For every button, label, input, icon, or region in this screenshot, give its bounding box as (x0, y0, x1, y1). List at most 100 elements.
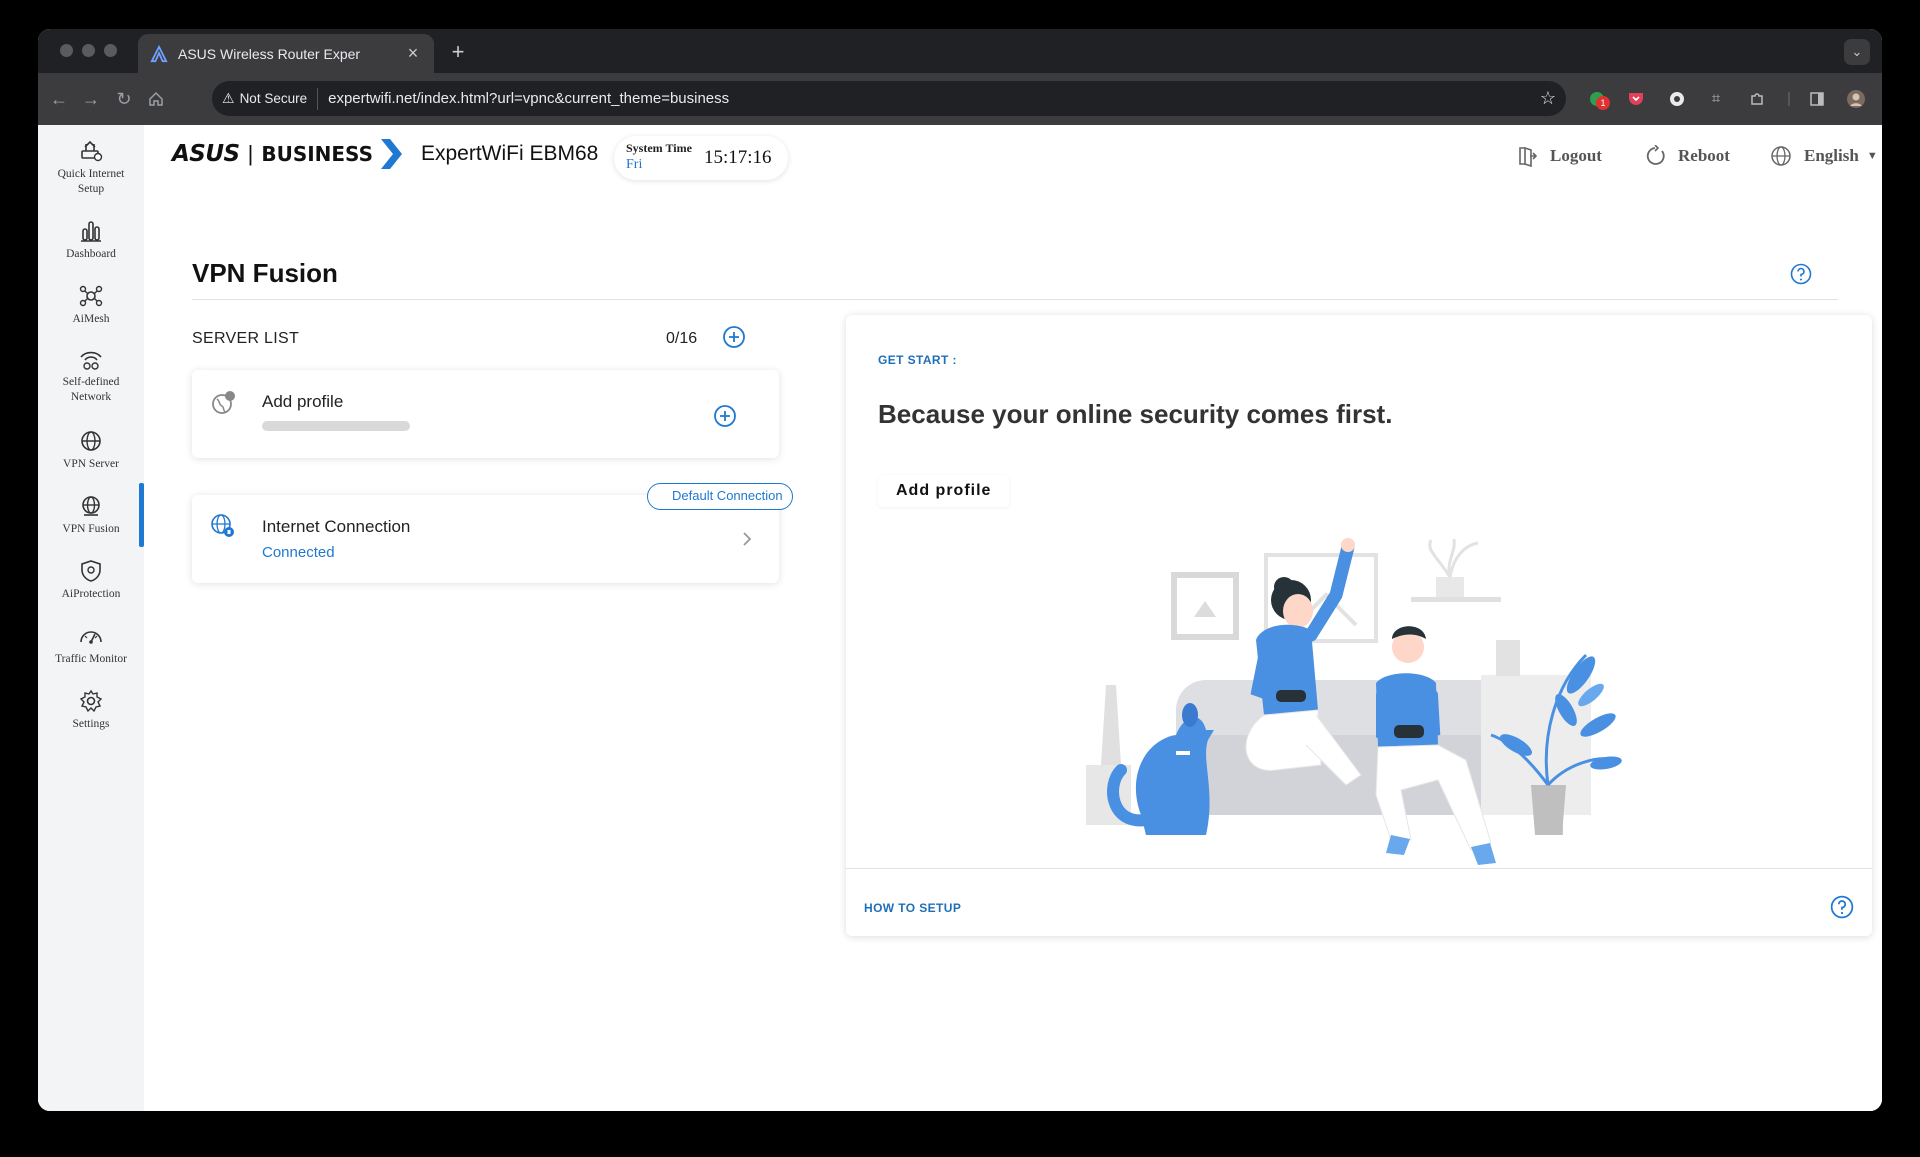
traffic-monitor-icon (80, 631, 102, 644)
brand-chevron-icon (380, 139, 402, 169)
browser-window: ASUS Wireless Router Exper × + ⌄ ← → ↻ ⚠… (38, 29, 1882, 1111)
how-to-setup-link[interactable]: HOW TO SETUP (864, 901, 961, 915)
add-profile-title: Add profile (262, 392, 344, 411)
browser-toolbar: ← → ↻ ⚠ Not Secure expertwifi.net/index.… (38, 73, 1882, 125)
security-chip[interactable]: ⚠ Not Secure (222, 87, 319, 110)
sidebar-item-label: Settings (72, 718, 110, 730)
system-time-day: Fri (626, 157, 643, 172)
vpn-server-icon (81, 431, 101, 451)
get-start-panel: GET START : Because your online security… (846, 315, 1872, 936)
add-profile-button[interactable]: Add profile (878, 475, 1010, 507)
system-time-clock: 15:17:16 (704, 147, 772, 168)
extension-tool-icon[interactable]: ⌗ (1703, 86, 1729, 112)
sidebar-item-label: AiProtection (61, 588, 121, 600)
tab-title: ASUS Wireless Router Exper (178, 45, 361, 62)
aimesh-icon (79, 285, 103, 307)
system-time-label: System Time (626, 141, 692, 155)
sidebar-item-traffic-monitor[interactable]: Traffic Monitor (38, 624, 144, 667)
sidebar-item-label: Traffic Monitor (55, 653, 127, 665)
close-window-button[interactable] (60, 44, 73, 57)
asus-logo: ASUS (172, 141, 240, 167)
logout-label: Logout (1550, 146, 1602, 165)
tab-strip: ASUS Wireless Router Exper × + ⌄ (38, 29, 1882, 73)
router-model: ExpertWiFi EBM68 (420, 142, 599, 165)
reboot-button[interactable]: Reboot (1644, 145, 1730, 167)
dashboard-icon (81, 221, 101, 242)
tab-search-button[interactable]: ⌄ (1844, 39, 1870, 65)
quick-setup-icon (81, 140, 103, 162)
browser-tab[interactable]: ASUS Wireless Router Exper × (138, 34, 434, 73)
chevron-right-icon[interactable] (740, 529, 754, 549)
globe-icon (1771, 146, 1791, 166)
new-tab-button[interactable]: + (446, 39, 470, 65)
profile-placeholder-bar (262, 421, 410, 431)
add-server-button[interactable] (722, 325, 746, 349)
warning-icon: ⚠ (222, 90, 235, 106)
side-panel-icon[interactable] (1804, 86, 1830, 112)
sidebar-item-label: VPN Fusion (62, 523, 120, 535)
internet-globe-icon (211, 514, 234, 537)
add-profile-card[interactable]: Add profile (192, 370, 779, 458)
settings-icon (79, 689, 103, 713)
page-title: VPN Fusion (192, 258, 338, 288)
extension-shield-icon[interactable] (1664, 86, 1690, 112)
system-time-widget: System Time Fri 15:17:16 (614, 136, 788, 180)
profile-avatar[interactable] (1843, 86, 1869, 112)
aiprotection-icon (81, 560, 101, 582)
logout-icon (1519, 146, 1538, 167)
language-label: English (1804, 146, 1859, 165)
vpn-globe-icon (212, 391, 235, 414)
default-connection-badge: Default Connection (647, 483, 793, 510)
sidebar-item-self-defined-network[interactable]: Self-defined Network (38, 347, 144, 405)
title-divider (192, 299, 1838, 300)
panel-divider (846, 868, 1872, 869)
get-start-label: GET START : (878, 353, 957, 367)
asus-favicon-icon (150, 44, 168, 62)
sidebar-item-label: Self-defined (62, 376, 120, 388)
forward-icon[interactable]: → (78, 86, 104, 112)
brand-header: ASUS | BUSINESS ExpertWiFi EBM68 (172, 138, 598, 170)
sidebar-item-aimesh[interactable]: AiMesh (38, 284, 144, 327)
sidebar-item-dashboard[interactable]: Dashboard (38, 219, 144, 262)
server-count: 0/16 (666, 330, 698, 347)
server-list-label: SERVER LIST (192, 330, 300, 347)
chevron-down-icon: ▼ (1866, 150, 1878, 162)
language-selector[interactable]: English ▼ (1770, 145, 1878, 167)
couple-gaming-illustration (1086, 538, 1622, 865)
maximize-window-button[interactable] (104, 44, 117, 57)
help-icon[interactable] (1830, 895, 1854, 919)
sidebar-item-label: Dashboard (66, 248, 116, 260)
logout-button[interactable]: Logout (1516, 145, 1602, 167)
sidebar-item-label: Setup (77, 183, 105, 195)
connection-status: Connected (262, 544, 335, 561)
brand-separator: | (247, 141, 254, 166)
sidebar-item-quick-internet-setup[interactable]: Quick Internet Setup (38, 139, 144, 197)
home-icon[interactable] (143, 86, 169, 112)
vpn-fusion-icon (82, 496, 100, 516)
sidebar-item-label: Quick Internet (57, 168, 125, 180)
toolbar-divider: | (1787, 90, 1791, 107)
sidebar: Quick Internet Setup Dashboard AiMesh Se… (38, 125, 144, 1111)
minimize-window-button[interactable] (82, 44, 95, 57)
sidebar-item-label: Network (70, 391, 112, 403)
back-icon[interactable]: ← (46, 86, 72, 112)
get-start-headline: Because your online security comes first… (878, 399, 1393, 429)
sidebar-item-settings[interactable]: Settings (38, 689, 144, 732)
extensions-puzzle-icon[interactable] (1744, 86, 1770, 112)
url-text[interactable]: expertwifi.net/index.html?url=vpnc&curre… (328, 90, 1540, 107)
extension-badge: 1 (1596, 96, 1610, 110)
sidebar-item-vpn-fusion[interactable]: VPN Fusion (38, 494, 144, 537)
sidebar-item-aiprotection[interactable]: AiProtection (38, 559, 144, 602)
tab-close-icon[interactable]: × (404, 43, 422, 64)
help-icon[interactable] (1790, 263, 1812, 285)
main-content: ASUS | BUSINESS ExpertWiFi EBM68 System … (144, 125, 1882, 1111)
sidebar-item-vpn-server[interactable]: VPN Server (38, 429, 144, 472)
extension-grammar-icon[interactable]: 1 (1584, 86, 1610, 112)
bookmark-star-icon[interactable]: ☆ (1540, 88, 1556, 109)
add-profile-plus-icon[interactable] (713, 404, 737, 428)
pocket-icon[interactable] (1623, 86, 1649, 112)
internet-connection-title: Internet Connection (262, 517, 411, 536)
address-bar[interactable]: ⚠ Not Secure expertwifi.net/index.html?u… (212, 81, 1566, 116)
reload-icon[interactable]: ↻ (111, 86, 137, 112)
sidebar-item-label: VPN Server (63, 458, 119, 470)
